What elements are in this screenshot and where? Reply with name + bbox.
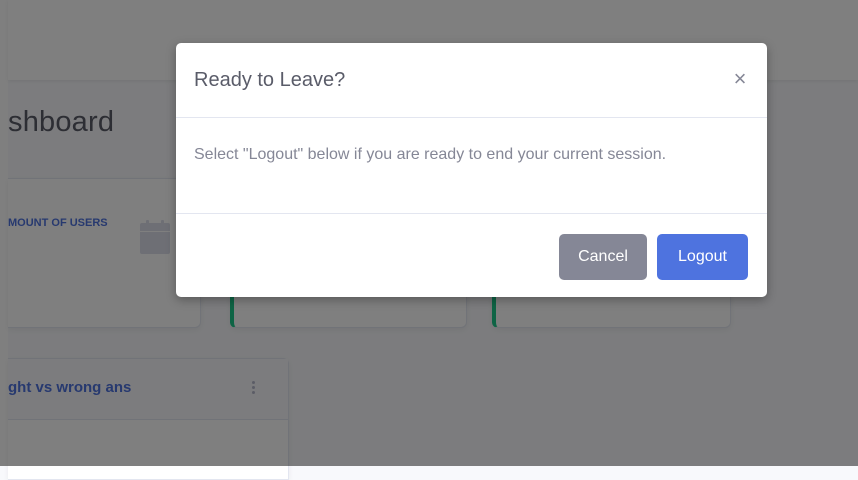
close-icon[interactable]: × — [730, 67, 750, 91]
logout-button[interactable]: Logout — [657, 234, 748, 280]
modal-header: Ready to Leave? × — [176, 43, 767, 118]
modal-footer: Cancel Logout — [176, 213, 767, 297]
modal-title: Ready to Leave? — [194, 69, 346, 91]
modal-body-text: Select "Logout" below if you are ready t… — [194, 146, 667, 163]
logout-modal: Ready to Leave? × Select "Logout" below … — [176, 43, 767, 297]
cancel-button[interactable]: Cancel — [559, 234, 647, 280]
